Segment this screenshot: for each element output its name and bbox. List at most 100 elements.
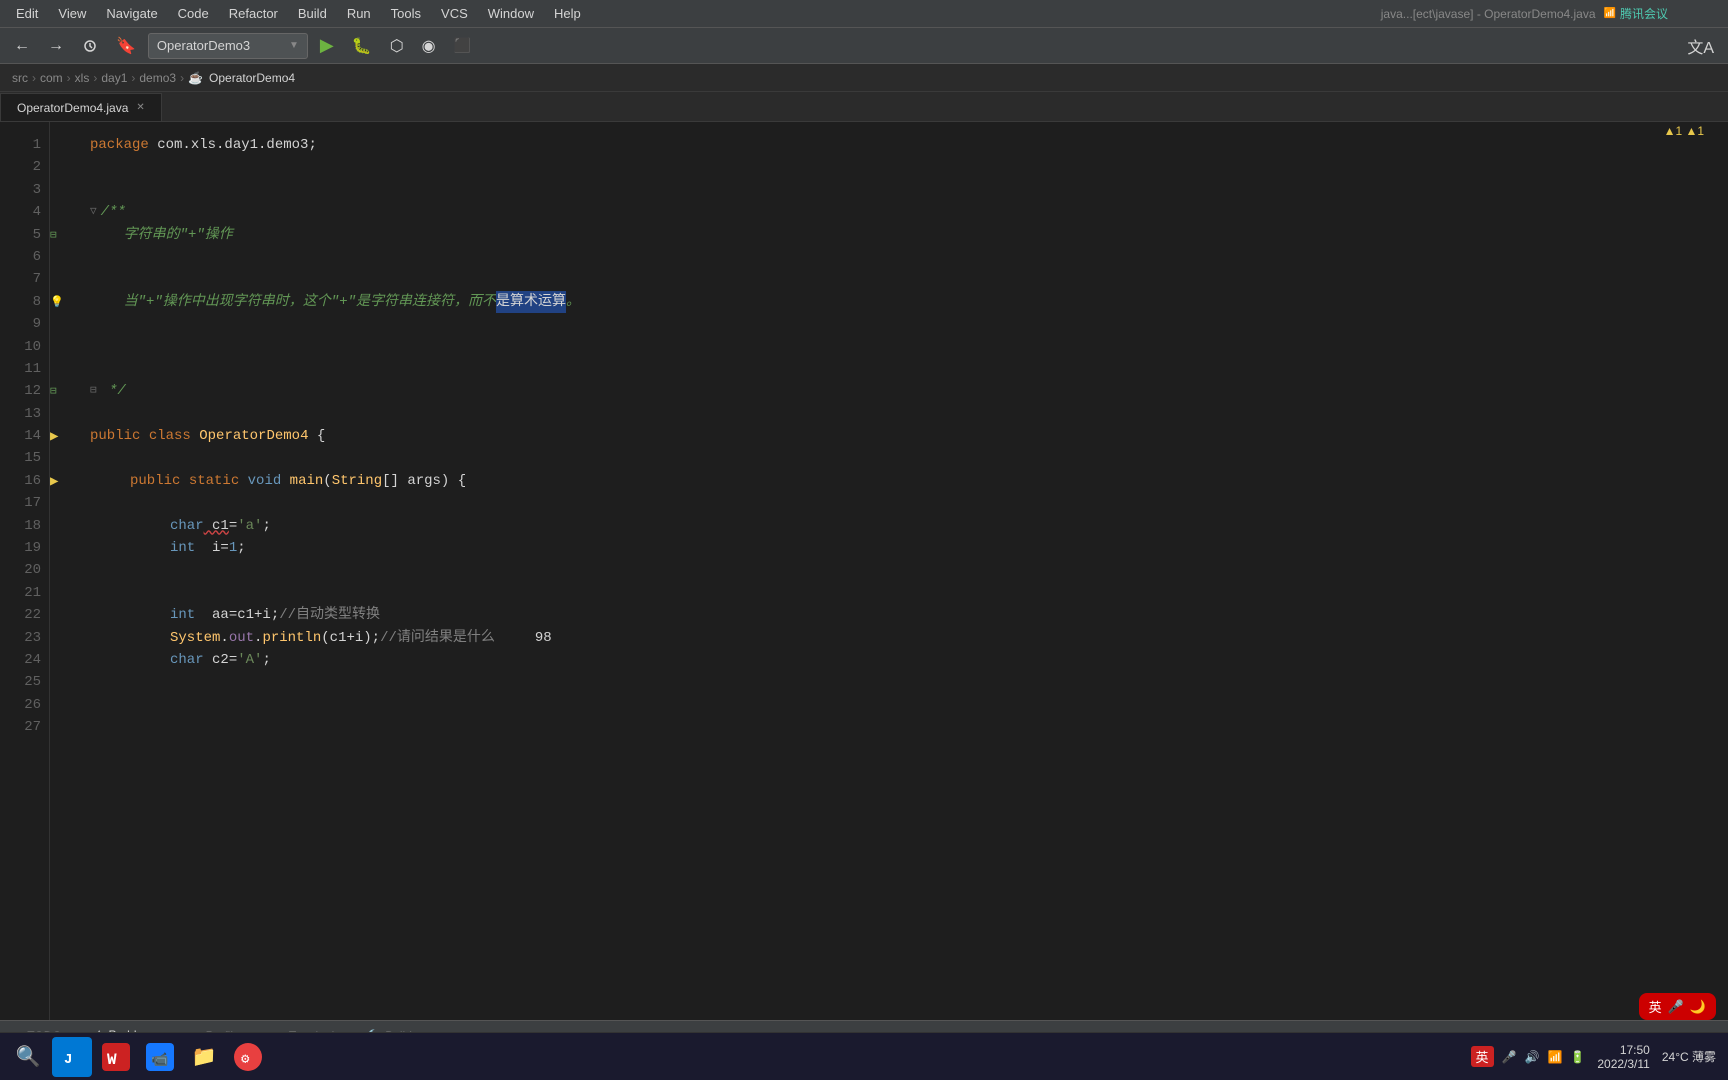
taskbar-system-icons: 英 🎤 🔊 📶 🔋 [1471,1046,1586,1067]
coverage-button[interactable]: ⬡ [384,32,410,60]
ln-6: 6 [12,246,41,268]
taskbar-app5[interactable]: ⚙ [228,1037,268,1077]
ln-16: 16 [12,470,41,492]
tencent-label: 腾讯会议 [1620,5,1668,22]
back-button[interactable]: ← [8,33,36,59]
menu-run[interactable]: Run [339,4,379,23]
breadcrumb-day1[interactable]: day1 [101,71,127,85]
breadcrumb-src[interactable]: src [12,71,28,85]
ln-23: 23 [12,627,41,649]
taskbar-file-manager[interactable]: 📁 [184,1037,224,1077]
ln-10: 10 [12,336,41,358]
ln-24: 24 [12,649,41,671]
ln-13: 13 [12,403,41,425]
taskbar-search[interactable]: 🔍 [8,1037,48,1077]
code-line-17 [90,492,1728,514]
menu-refactor[interactable]: Refactor [221,4,286,23]
taskbar-tencent-meeting[interactable]: 📹 [140,1037,180,1077]
signal-icon: 📶 [1604,8,1616,19]
code-line-24: char c2='A'; [90,649,1728,671]
chevron-down-icon: ▼ [289,40,299,51]
ln-2: 2 [12,156,41,178]
menu-view[interactable]: View [50,4,94,23]
ln-3: 3 [12,179,41,201]
breadcrumb-sep-3: › [93,71,97,85]
menu-edit[interactable]: Edit [8,4,46,23]
battery-icon[interactable]: 🔋 [1570,1050,1585,1064]
code-line-2 [90,156,1728,178]
ime-icon[interactable]: 英 [1471,1046,1494,1067]
ln-18: 18 [12,515,41,537]
ln-11: 11 [12,358,41,380]
breadcrumb-sep-2: › [67,71,71,85]
recent-files-button[interactable] [76,34,104,58]
breadcrumb: src › com › xls › day1 › demo3 › ☕ Opera… [0,64,1728,92]
menu-bar: Edit View Navigate Code Refactor Build R… [0,0,1728,28]
taskbar-wps[interactable]: W [96,1037,136,1077]
menu-code[interactable]: Code [170,4,217,23]
code-line-11 [90,358,1728,380]
tab-operatordemo4[interactable]: OperatorDemo4.java ✕ [0,93,162,121]
menu-help[interactable]: Help [546,4,589,23]
code-line-6 [90,246,1728,268]
line-numbers: 1 2 3 4 5 6 7 8 9 10 11 12 13 14 15 16 1… [0,122,50,1020]
volume-icon[interactable]: 🔊 [1524,1050,1539,1064]
gutter: ⊟ 💡 ⊟ ▶ ▶ [50,122,74,1020]
breadcrumb-class[interactable]: OperatorDemo4 [209,71,295,85]
code-line-1: package com.xls.day1.demo3; [90,134,1728,156]
project-name: OperatorDemo3 [157,38,250,53]
ln-19: 19 [12,537,41,559]
file-path-label: java...[ect\javase] - OperatorDemo4.java [1381,7,1596,21]
ln-22: 22 [12,604,41,626]
forward-button[interactable]: → [42,33,70,59]
menu-navigate[interactable]: Navigate [98,4,165,23]
taskbar-clock[interactable]: 17:50 2022/3/11 [1597,1043,1650,1071]
sogou-mic-icon[interactable]: 🎤 [1668,999,1684,1015]
menu-window[interactable]: Window [480,4,542,23]
code-line-20 [90,559,1728,581]
tencent-meeting-button[interactable]: 📶 腾讯会议 [1604,5,1668,22]
debug-button[interactable]: 🐛 [346,32,378,60]
tab-filename: OperatorDemo4.java [17,101,128,115]
code-area: 1 2 3 4 5 6 7 8 9 10 11 12 13 14 15 16 1… [0,122,1728,1020]
code-line-13 [90,403,1728,425]
ln-12: 12 [12,380,41,402]
sogou-ime-popup[interactable]: 英 🎤 🌙 [1639,993,1716,1020]
code-content[interactable]: package com.xls.day1.demo3; ▽/** 字符串的"+"… [74,122,1728,1020]
breadcrumb-demo3[interactable]: demo3 [139,71,176,85]
sogou-moon-icon[interactable]: 🌙 [1690,999,1706,1015]
ln-4: 4 [12,201,41,223]
fold-icon-javadoc[interactable]: ▽ [90,204,97,222]
project-selector[interactable]: OperatorDemo3 ▼ [148,33,308,59]
code-line-25 [90,671,1728,693]
code-line-10 [90,336,1728,358]
code-line-15 [90,447,1728,469]
java-file-icon: ☕ [188,71,203,85]
run-button[interactable]: ▶ [314,31,340,60]
date-display: 2022/3/11 [1597,1057,1650,1071]
ln-25: 25 [12,671,41,693]
mic-icon[interactable]: 🎤 [1502,1050,1517,1064]
breadcrumb-xls[interactable]: xls [75,71,90,85]
menu-build[interactable]: Build [290,4,335,23]
translate-button[interactable]: 文A [1681,30,1720,62]
code-line-16: public static void main(String[] args) { [90,470,1728,492]
code-line-22: int aa=c1+i;//自动类型转换 [90,604,1728,626]
taskbar-intellij[interactable]: J [52,1037,92,1077]
profile-button[interactable]: ◉ [416,32,442,60]
svg-text:📹: 📹 [151,1052,168,1069]
bookmark-button[interactable]: 🔖 [110,32,142,60]
fold-icon-close[interactable]: ⊟ [90,383,97,401]
ln-5: 5 [12,224,41,246]
network-icon[interactable]: 📶 [1547,1050,1562,1064]
svg-text:W: W [107,1051,117,1069]
breadcrumb-com[interactable]: com [40,71,63,85]
code-line-21 [90,582,1728,604]
ln-7: 7 [12,268,41,290]
tab-close-icon[interactable]: ✕ [136,102,144,113]
code-line-12: ⊟ */ [90,380,1728,402]
menu-tools[interactable]: Tools [383,4,429,23]
menu-vcs[interactable]: VCS [433,4,476,23]
stop-button[interactable]: ⬛ [448,33,477,58]
code-line-7 [90,268,1728,290]
